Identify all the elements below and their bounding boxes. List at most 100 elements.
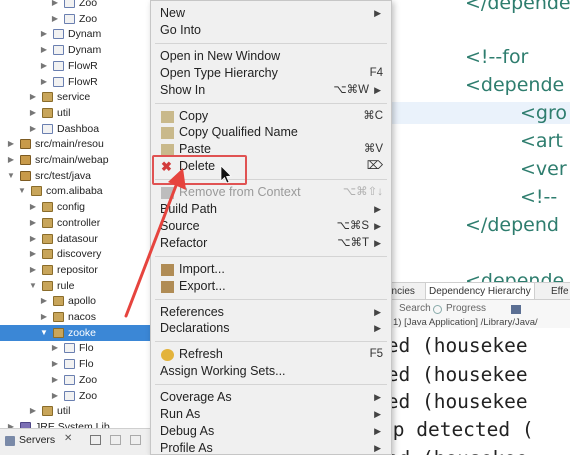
- menu-item-coverage-as[interactable]: Coverage As ▶: [151, 389, 391, 406]
- xml-editor[interactable]: </depende <!--for <depende <gro <art <ver <!--…: [385, 0, 570, 282]
- collapsed-twisty-icon[interactable]: ▶: [6, 136, 16, 152]
- tree-item[interactable]: ▶ config: [0, 199, 160, 215]
- java-file-icon: [64, 343, 75, 354]
- tree-item[interactable]: ▶ controller: [0, 215, 160, 231]
- menu-item-export[interactable]: Export...: [151, 278, 391, 295]
- tree-item[interactable]: ▶ Dashboa: [0, 121, 160, 137]
- tree-item[interactable]: ▶ src/main/webap: [0, 152, 160, 168]
- expanded-twisty-icon[interactable]: ▼: [6, 168, 16, 184]
- tree-item[interactable]: ▼ src/test/java: [0, 168, 160, 184]
- collapsed-twisty-icon[interactable]: ▶: [39, 74, 49, 90]
- submenu-arrow-icon: ▶: [374, 220, 381, 231]
- collapsed-twisty-icon[interactable]: ▶: [28, 246, 38, 262]
- progress-tab[interactable]: Progress: [446, 303, 486, 314]
- tree-item[interactable]: ▶ FlowR: [0, 74, 160, 90]
- tree-item-label: JRE System Lib: [35, 420, 110, 428]
- toolbar-icon[interactable]: [130, 435, 141, 445]
- tree-item[interactable]: ▶ service: [0, 89, 160, 105]
- menu-item-open-type-hierarchy[interactable]: Open Type Hierarchy F4: [151, 65, 391, 82]
- menu-item-run-as[interactable]: Run As ▶: [151, 406, 391, 423]
- menu-item-label: Open Type Hierarchy: [160, 65, 278, 80]
- collapsed-twisty-icon[interactable]: ▶: [28, 121, 38, 137]
- expanded-twisty-icon[interactable]: ▼: [28, 278, 38, 294]
- menu-item-assign-working-sets[interactable]: Assign Working Sets...: [151, 363, 391, 380]
- menu-item-refresh[interactable]: Refresh F5: [151, 346, 391, 363]
- collapsed-twisty-icon[interactable]: ▶: [39, 58, 49, 74]
- collapsed-twisty-icon[interactable]: ▶: [39, 26, 49, 42]
- menu-item-label: Open in New Window: [160, 48, 281, 63]
- package-icon: [42, 107, 53, 118]
- menu-item-references[interactable]: References ▶: [151, 304, 391, 321]
- collapsed-twisty-icon[interactable]: ▶: [39, 309, 49, 325]
- collapsed-twisty-icon[interactable]: ▶: [28, 89, 38, 105]
- menu-item-source[interactable]: Source ⌥⌘S ▶: [151, 218, 391, 235]
- tree-item[interactable]: ▶ Zoo: [0, 372, 160, 388]
- maven-tab[interactable]: Effe: [548, 283, 570, 299]
- menu-item-open-in-new-window[interactable]: Open in New Window: [151, 48, 391, 65]
- collapsed-twisty-icon[interactable]: ▶: [28, 105, 38, 121]
- expanded-twisty-icon[interactable]: ▼: [17, 183, 27, 199]
- tree-item[interactable]: ▶ Dynam: [0, 26, 160, 42]
- maven-tab[interactable]: Dependency Hierarchy: [425, 283, 535, 299]
- close-icon[interactable]: ✕: [64, 433, 72, 444]
- collapsed-twisty-icon[interactable]: ▶: [28, 262, 38, 278]
- tree-item[interactable]: ▼ zooke: [0, 324, 160, 341]
- tree-item[interactable]: ▶ discovery: [0, 246, 160, 262]
- collapsed-twisty-icon[interactable]: ▶: [28, 215, 38, 231]
- tree-item[interactable]: ▼ rule: [0, 278, 160, 294]
- menu-item-profile-as[interactable]: Profile As ▶: [151, 440, 391, 454]
- collapsed-twisty-icon[interactable]: ▶: [28, 199, 38, 215]
- collapsed-twisty-icon[interactable]: ▶: [50, 340, 60, 356]
- editor-line: <depende: [465, 270, 565, 282]
- menu-item-copy-qualified-name[interactable]: Copy Qualified Name: [151, 124, 391, 141]
- search-tab[interactable]: Search: [399, 303, 431, 314]
- collapsed-twisty-icon[interactable]: ▶: [6, 419, 16, 428]
- tree-item[interactable]: ▶ Dynam: [0, 42, 160, 58]
- collapsed-twisty-icon[interactable]: ▶: [50, 388, 60, 404]
- menu-item-debug-as[interactable]: Debug As ▶: [151, 423, 391, 440]
- collapsed-twisty-icon[interactable]: ▶: [50, 11, 60, 27]
- tree-item[interactable]: ▶ JRE System Lib: [0, 419, 160, 428]
- console-output[interactable]: ted (housekee ted (housekee ted (housekee a…: [385, 328, 570, 455]
- menu-item-copy[interactable]: Copy ⌘C: [151, 108, 391, 125]
- menu-item-refactor[interactable]: Refactor ⌥⌘T ▶: [151, 235, 391, 252]
- tree-item[interactable]: ▶ datasour: [0, 231, 160, 247]
- menu-item-build-path[interactable]: Build Path ▶: [151, 201, 391, 218]
- menu-item-go-into[interactable]: Go Into: [151, 22, 391, 39]
- menu-item-declarations[interactable]: Declarations ▶: [151, 320, 391, 337]
- tree-item[interactable]: ▶ repositor: [0, 262, 160, 278]
- collapsed-twisty-icon[interactable]: ▶: [50, 0, 60, 11]
- toolbar-icon[interactable]: [90, 435, 101, 445]
- menu-item-label: Run As: [160, 407, 201, 421]
- submenu-arrow-icon: ▶: [374, 392, 381, 403]
- tree-item[interactable]: ▶ Zoo: [0, 11, 160, 27]
- tree-item[interactable]: ▶ Flo: [0, 340, 160, 356]
- collapsed-twisty-icon[interactable]: ▶: [50, 356, 60, 372]
- collapsed-twisty-icon[interactable]: ▶: [50, 372, 60, 388]
- collapsed-twisty-icon[interactable]: ▶: [28, 231, 38, 247]
- tree-item[interactable]: ▶ util: [0, 403, 160, 419]
- tree-item[interactable]: ▶ Zoo: [0, 388, 160, 404]
- menu-item-import[interactable]: Import...: [151, 261, 391, 278]
- tree-item[interactable]: ▶ src/main/resou: [0, 136, 160, 152]
- menu-item-label: New: [160, 6, 186, 20]
- tree-item[interactable]: ▼ com.alibaba: [0, 183, 160, 199]
- menu-item-show-in[interactable]: Show In ⌥⌘W ▶: [151, 82, 391, 99]
- collapsed-twisty-icon[interactable]: ▶: [39, 42, 49, 58]
- expanded-twisty-icon[interactable]: ▼: [39, 325, 49, 341]
- package-icon: [42, 280, 53, 291]
- tree-item[interactable]: ▶ util: [0, 105, 160, 121]
- tree-item-label: apollo: [68, 295, 97, 308]
- toolbar-icon[interactable]: [110, 435, 121, 445]
- tree-item-label: Flo: [79, 342, 94, 355]
- tree-item[interactable]: ▶ FlowR: [0, 58, 160, 74]
- tree-item[interactable]: ▶ Zoo: [0, 0, 160, 11]
- tree-item[interactable]: ▶ Flo: [0, 356, 160, 372]
- tree-item[interactable]: ▶ nacos: [0, 309, 160, 325]
- collapsed-twisty-icon[interactable]: ▶: [6, 152, 16, 168]
- collapsed-twisty-icon[interactable]: ▶: [28, 403, 38, 419]
- menu-item-new[interactable]: New ▶: [151, 5, 391, 22]
- collapsed-twisty-icon[interactable]: ▶: [39, 293, 49, 309]
- tree-item[interactable]: ▶ apollo: [0, 293, 160, 309]
- servers-tab-label[interactable]: Servers: [19, 434, 55, 446]
